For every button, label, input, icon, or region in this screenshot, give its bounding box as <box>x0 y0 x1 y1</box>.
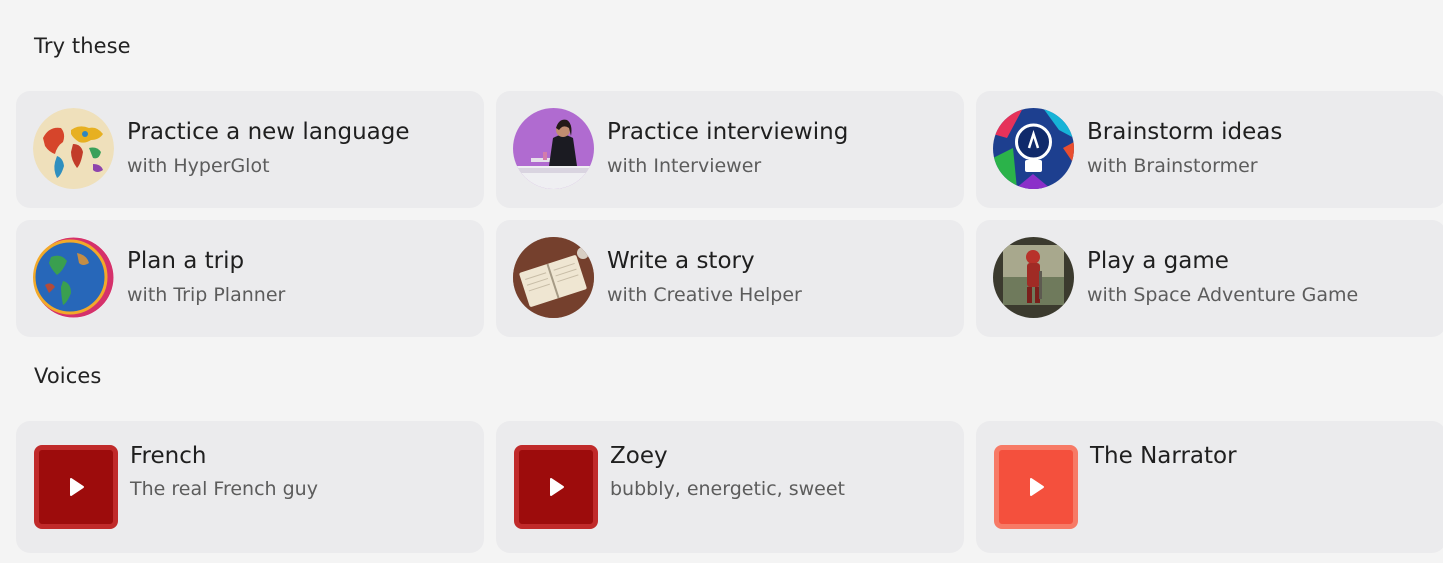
card-practice-interviewing[interactable]: Practice interviewing with Interviewer <box>496 91 964 208</box>
voice-play-button[interactable] <box>514 445 598 529</box>
globe-avatar <box>33 237 114 318</box>
card-title: Brainstorm ideas <box>1087 119 1283 145</box>
play-icon <box>550 478 564 496</box>
card-subtitle: with Creative Helper <box>607 284 802 306</box>
voice-description: bubbly, energetic, sweet <box>610 478 845 500</box>
voice-name: Zoey <box>610 443 668 469</box>
card-subtitle: with Trip Planner <box>127 284 286 306</box>
try-these-grid: Practice a new language with HyperGlot P… <box>16 91 1443 337</box>
world-map-avatar <box>33 108 114 189</box>
lightbulb-avatar <box>993 108 1074 189</box>
voice-play-button[interactable] <box>994 445 1078 529</box>
card-title: Plan a trip <box>127 248 245 274</box>
card-title: Practice interviewing <box>607 119 849 145</box>
card-subtitle: with Space Adventure Game <box>1087 284 1359 306</box>
card-subtitle: with HyperGlot <box>127 155 270 177</box>
card-practice-language[interactable]: Practice a new language with HyperGlot <box>16 91 484 208</box>
section-title-voices: Voices <box>34 364 102 388</box>
section-title-try-these: Try these <box>34 34 131 58</box>
voice-card-french[interactable]: French The real French guy <box>16 421 484 553</box>
card-title: Practice a new language <box>127 119 410 145</box>
voices-grid: French The real French guy Zoey bubbly, … <box>16 421 1443 553</box>
card-subtitle: with Interviewer <box>607 155 762 177</box>
card-title: Play a game <box>1087 248 1229 274</box>
voice-card-zoey[interactable]: Zoey bubbly, energetic, sweet <box>496 421 964 553</box>
voice-name: French <box>130 443 207 469</box>
card-write-story[interactable]: Write a story with Creative Helper <box>496 220 964 337</box>
card-brainstorm-ideas[interactable]: Brainstorm ideas with Brainstormer <box>976 91 1443 208</box>
card-play-game[interactable]: Play a game with Space Adventure Game <box>976 220 1443 337</box>
astronaut-avatar <box>993 237 1074 318</box>
voice-play-button[interactable] <box>34 445 118 529</box>
card-subtitle: with Brainstormer <box>1087 155 1258 177</box>
voice-name: The Narrator <box>1090 443 1237 469</box>
voice-card-the-narrator[interactable]: The Narrator <box>976 421 1443 553</box>
card-title: Write a story <box>607 248 755 274</box>
voice-description: The real French guy <box>130 478 318 500</box>
interviewer-avatar <box>513 108 594 189</box>
play-icon <box>70 478 84 496</box>
card-plan-trip[interactable]: Plan a trip with Trip Planner <box>16 220 484 337</box>
notebook-avatar <box>513 237 594 318</box>
play-icon <box>1030 478 1044 496</box>
